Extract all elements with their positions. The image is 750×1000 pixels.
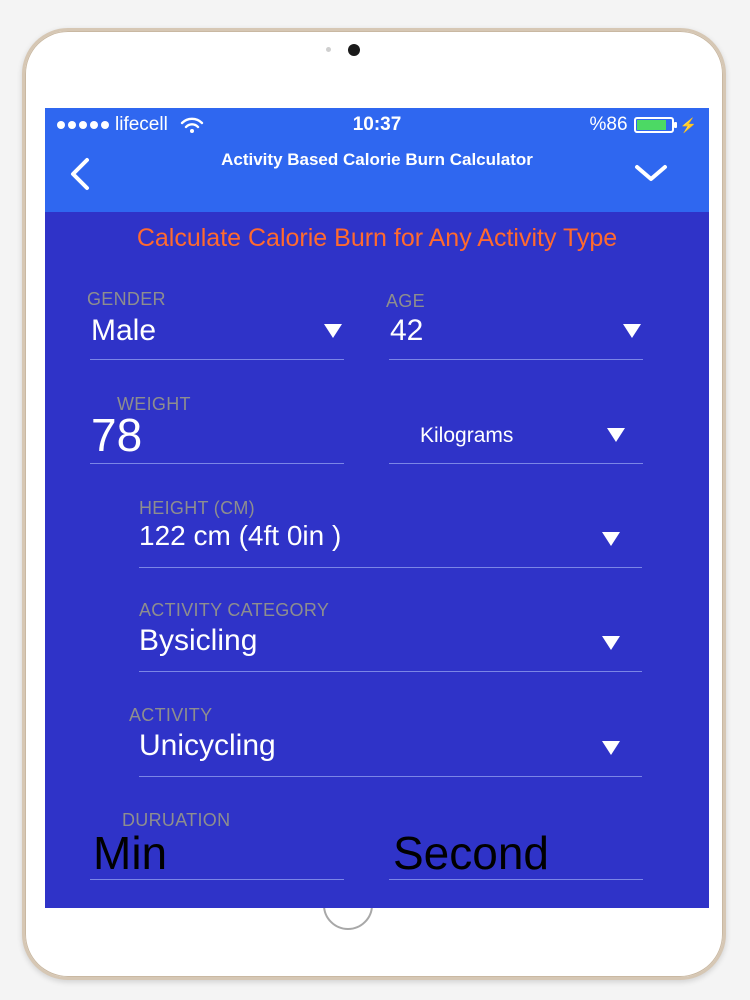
page-headline: Calculate Calorie Burn for Any Activity … xyxy=(136,224,618,252)
duration-min-underline xyxy=(90,879,344,880)
activity-select[interactable]: ACTIVITY Unicycling xyxy=(129,701,642,777)
chevron-down-icon[interactable] xyxy=(633,162,669,184)
duration-second-input[interactable]: Second xyxy=(389,806,643,880)
camera-icon xyxy=(348,44,360,56)
gender-label: GENDER xyxy=(87,289,166,309)
height-select[interactable]: HEIGHT (CM) 122 cm (4ft 0in ) xyxy=(139,494,642,568)
nav-title: Activity Based Calorie Burn Calculator xyxy=(221,150,533,169)
activity-category-value: Bysicling xyxy=(139,624,258,657)
weight-unit-underline xyxy=(389,463,643,464)
height-value: 122 cm (4ft 0in ) xyxy=(139,520,342,551)
weight-value: 78 xyxy=(91,409,143,461)
duration-second-underline xyxy=(389,879,643,880)
gender-value: Male xyxy=(91,314,157,347)
activity-category-underline xyxy=(139,671,642,672)
app-screen: lifecell 10:37 %86 ⚡ Activity Based Calo… xyxy=(45,108,709,908)
age-label: AGE xyxy=(386,291,425,311)
weight-unit-select[interactable]: Kilograms xyxy=(389,390,643,464)
weight-input[interactable]: WEIGHT 78 xyxy=(90,390,344,464)
battery-icon xyxy=(633,117,677,133)
height-label: HEIGHT (CM) xyxy=(139,498,255,518)
status-bar: lifecell 10:37 %86 ⚡ xyxy=(45,108,709,140)
dropdown-arrow-icon xyxy=(324,324,342,338)
sensor-dot xyxy=(326,47,331,52)
weight-underline xyxy=(90,463,344,464)
dropdown-arrow-icon xyxy=(602,636,620,650)
dropdown-arrow-icon xyxy=(623,324,641,338)
duration-min-input[interactable]: DURUATION Min xyxy=(90,806,344,880)
gender-underline xyxy=(90,359,344,360)
status-right: %86 ⚡ xyxy=(590,114,697,136)
duration-second-placeholder: Second xyxy=(393,827,550,879)
charging-bolt-icon: ⚡ xyxy=(679,116,697,133)
activity-category-select[interactable]: ACTIVITY CATEGORY Bysicling xyxy=(139,596,642,672)
dropdown-arrow-icon xyxy=(602,532,620,546)
battery-percent: %86 xyxy=(589,114,628,135)
nav-bar: Activity Based Calorie Burn Calculator xyxy=(45,140,709,212)
age-value: 42 xyxy=(390,314,424,347)
battery-fill xyxy=(636,120,666,130)
dropdown-arrow-icon xyxy=(607,428,625,442)
duration-min-placeholder: Min xyxy=(93,827,168,879)
weight-unit-value: Kilograms xyxy=(420,424,514,447)
activity-category-label: ACTIVITY CATEGORY xyxy=(139,600,330,620)
activity-underline xyxy=(139,776,642,777)
height-underline xyxy=(139,567,642,568)
gender-select[interactable]: GENDER Male xyxy=(87,286,344,360)
activity-value: Unicycling xyxy=(139,729,276,762)
activity-label: ACTIVITY xyxy=(129,705,213,725)
age-select[interactable]: AGE 42 xyxy=(386,286,643,360)
age-underline xyxy=(389,359,643,360)
dropdown-arrow-icon xyxy=(602,741,620,755)
